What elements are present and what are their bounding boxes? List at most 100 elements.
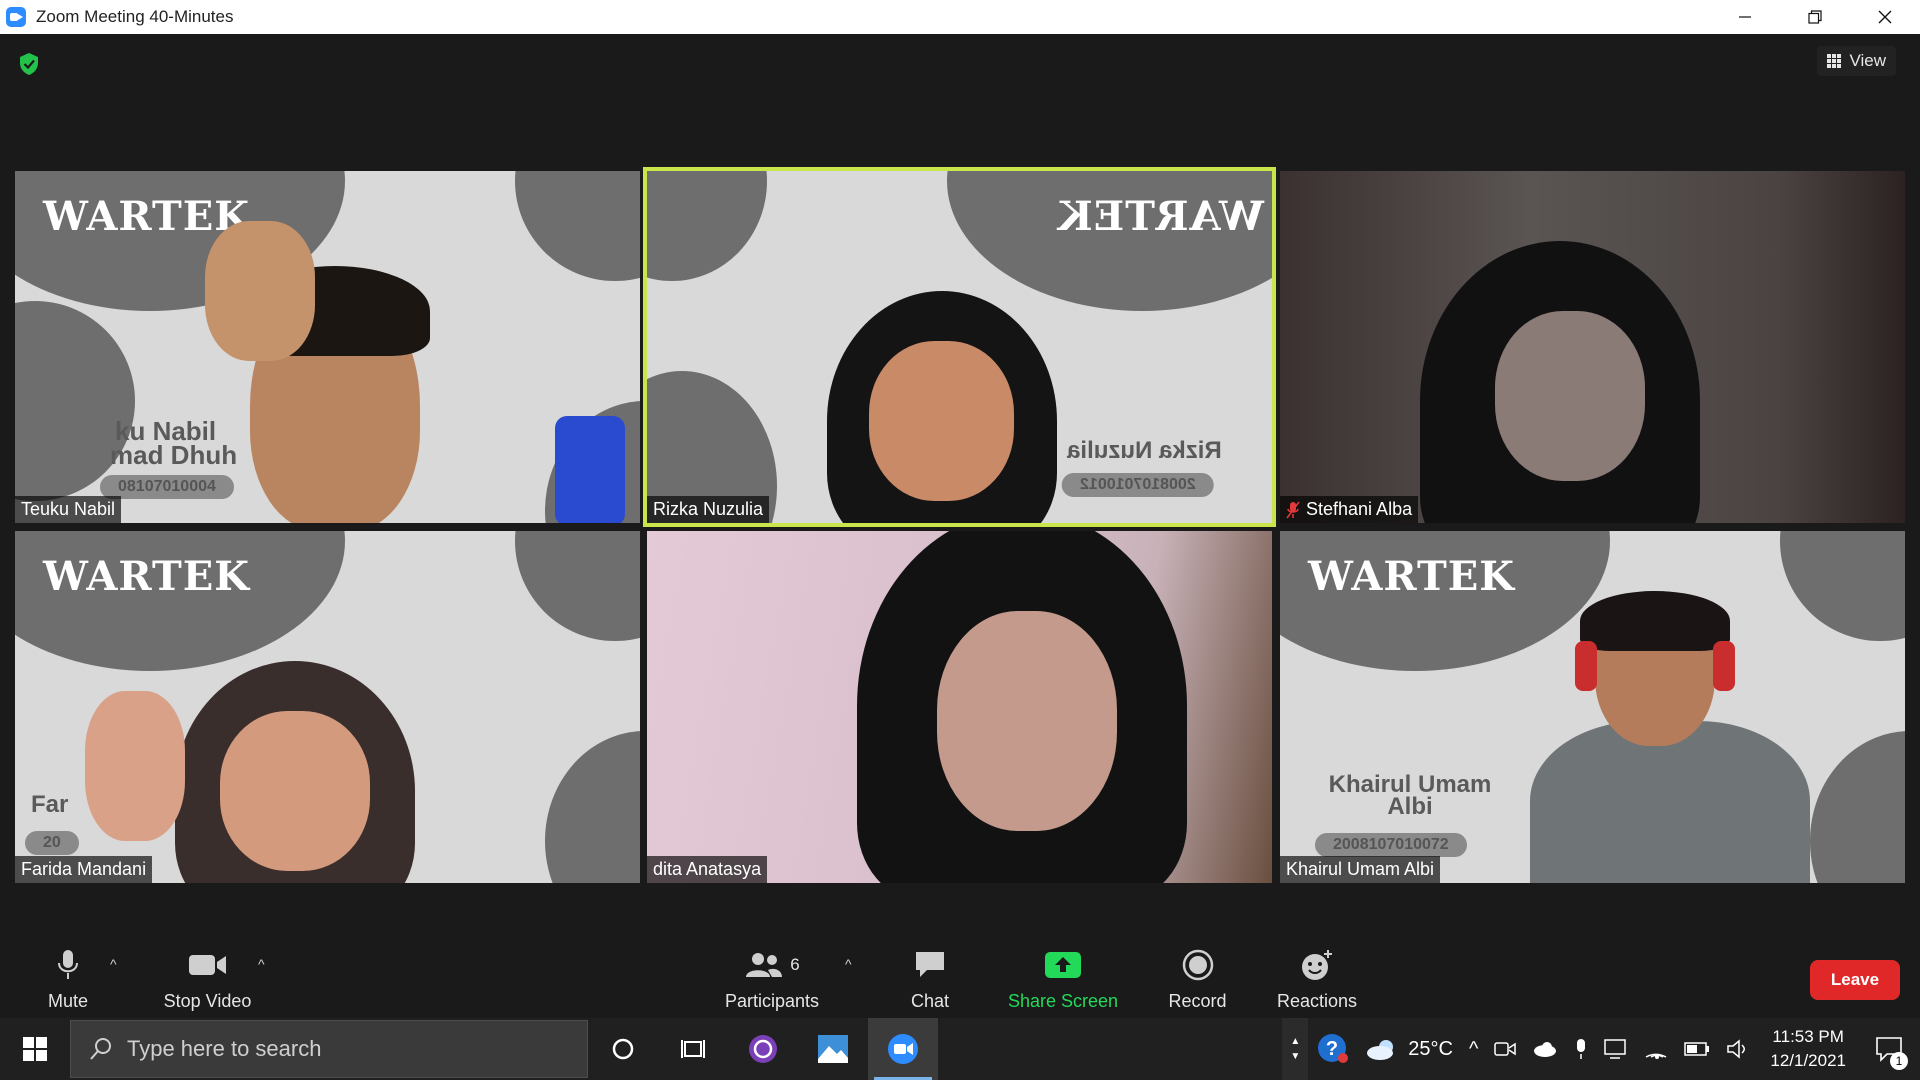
participant-video (647, 531, 1272, 883)
zoom-taskbar-button[interactable] (868, 1018, 938, 1080)
clock-date: 12/1/2021 (1770, 1051, 1846, 1070)
virtual-background: WARTEK Rizka Nuzulia 2008107010012 (647, 171, 1272, 523)
reactions-button[interactable]: Reactions (1272, 930, 1362, 1018)
participant-video (1280, 171, 1905, 523)
wifi-tray[interactable] (1636, 1018, 1676, 1080)
restore-icon (1808, 10, 1822, 24)
svg-text:?: ? (1326, 1038, 1338, 1060)
video-tile-dita-anatasya[interactable]: dita Anatasya (647, 531, 1272, 883)
video-tile-farida-mandani[interactable]: WARTEK Far 20 Farida Mandani (15, 531, 640, 883)
battery-tray[interactable] (1676, 1018, 1718, 1080)
share-screen-icon (1045, 952, 1081, 978)
reactions-label: Reactions (1276, 991, 1358, 1011)
participant-name-tag: Khairul Umam Albi (1280, 856, 1441, 883)
chat-label: Chat (910, 991, 950, 1011)
participant-name: dita Anatasya (653, 859, 762, 879)
chat-button[interactable]: Chat (905, 930, 955, 1018)
onedrive-tray[interactable] (1524, 1018, 1566, 1080)
record-label: Record (1168, 991, 1227, 1011)
participant-video (1530, 721, 1810, 883)
shield-check-icon[interactable] (18, 52, 40, 76)
zoom-app-icon (6, 7, 26, 27)
restore-button[interactable] (1780, 0, 1850, 34)
audio-options-caret[interactable]: ^ (110, 956, 117, 972)
badge-name-2: Albi (1387, 793, 1433, 820)
task-view-icon (681, 1040, 705, 1058)
minimize-icon (1739, 16, 1751, 18)
weather-temp: 25°C (1408, 1037, 1453, 1060)
record-button[interactable]: Record (1165, 930, 1230, 1018)
mute-label: Mute (47, 991, 89, 1011)
video-tile-teuku-nabil[interactable]: WARTEK ku Nabil mad Dhuh 08107010004 Teu… (15, 171, 640, 523)
window-title: Zoom Meeting 40-Minutes (36, 7, 234, 26)
badge-id: 2008107010012 (1062, 473, 1214, 497)
badge-name: Far (31, 791, 69, 818)
participant-name-tag: dita Anatasya (647, 856, 768, 883)
participant-name-tag: Teuku Nabil (15, 496, 122, 523)
participants-options-caret[interactable]: ^ (845, 956, 852, 972)
participant-name: Stefhani Alba (1306, 499, 1413, 519)
search-icon (90, 1038, 111, 1060)
stop-video-button[interactable]: Stop Video (160, 930, 255, 1018)
close-button[interactable] (1850, 0, 1920, 34)
share-screen-label: Share Screen (1007, 991, 1119, 1011)
close-icon (1878, 10, 1892, 24)
wartek-logo: WARTEK (1057, 193, 1264, 240)
wartek-logo: WARTEK (43, 193, 250, 240)
notification-badge: 1 (1890, 1052, 1908, 1070)
video-tile-rizka-nuzulia[interactable]: WARTEK Rizka Nuzulia 2008107010012 Rizka… (643, 167, 1276, 527)
virtual-background: WARTEK ku Nabil mad Dhuh 08107010004 (15, 171, 640, 523)
meet-now-tray[interactable] (1486, 1018, 1524, 1080)
scroll-arrows[interactable]: ▲ ▼ (1282, 1018, 1309, 1080)
photos-button[interactable] (798, 1018, 868, 1080)
badge-name: Rizka Nuzulia (1067, 437, 1222, 464)
minimize-button[interactable] (1710, 0, 1780, 34)
window-titlebar: Zoom Meeting 40-Minutes (0, 0, 1920, 34)
display-icon (1604, 1039, 1627, 1059)
photos-icon (818, 1035, 848, 1063)
show-hidden-icons[interactable]: ^ (1461, 1018, 1486, 1080)
windows-logo-icon (23, 1037, 47, 1061)
windows-taskbar: Type here to search ▲ ▼ ? 25°C ^ 11:53 P… (0, 1018, 1920, 1080)
chevron-up-icon: ^ (1468, 1037, 1479, 1060)
wartek-logo: WARTEK (43, 553, 250, 600)
participants-label: Participants (724, 991, 820, 1011)
display-tray[interactable] (1596, 1018, 1636, 1080)
reactions-icon (1302, 950, 1332, 980)
github-desktop-button[interactable] (728, 1018, 798, 1080)
badge-id: 2008107010072 (1315, 833, 1467, 857)
cortana-button[interactable] (588, 1018, 658, 1080)
video-tile-khairul-umam-albi[interactable]: WARTEK Khairul Umam Albi 2008107010072 K… (1280, 531, 1905, 883)
clock-time: 11:53 PM (1772, 1027, 1844, 1046)
participant-name: Farida Mandani (21, 859, 147, 879)
share-screen-button[interactable]: Share Screen (1005, 930, 1121, 1018)
weather-widget[interactable]: 25°C (1358, 1018, 1461, 1080)
mic-muted-icon (1286, 501, 1300, 518)
participants-button[interactable]: 6 Participants (720, 930, 824, 1018)
mute-button[interactable]: Mute (38, 930, 98, 1018)
taskbar-clock[interactable]: 11:53 PM 12/1/2021 (1758, 1025, 1858, 1073)
github-icon (749, 1035, 777, 1063)
help-icon: ? (1318, 1034, 1349, 1063)
microphone-icon (1577, 1039, 1586, 1059)
help-tray-button[interactable]: ? (1308, 1018, 1358, 1080)
microphone-tray[interactable] (1566, 1018, 1596, 1080)
leave-button[interactable]: Leave (1810, 960, 1900, 1000)
video-tile-stefhani-alba[interactable]: Stefhani Alba (1280, 171, 1905, 523)
meet-now-icon (1494, 1042, 1517, 1056)
video-options-caret[interactable]: ^ (258, 956, 265, 972)
volume-tray[interactable] (1718, 1018, 1758, 1080)
window-controls (1710, 0, 1920, 34)
meeting-area: View WARTEK ku Nabil mad Dhuh 0810701000… (0, 34, 1920, 1018)
start-button[interactable] (0, 1018, 70, 1080)
action-center-button[interactable]: 1 (1858, 1018, 1920, 1080)
participants-icon (746, 953, 783, 977)
chevron-down-icon: ▼ (1290, 1051, 1301, 1062)
taskbar-search-box[interactable]: Type here to search (70, 1020, 588, 1078)
badge-id: 20 (25, 831, 79, 855)
participant-name-tag: Rizka Nuzulia (647, 496, 770, 523)
view-button[interactable]: View (1817, 46, 1896, 76)
participant-name-tag: Stefhani Alba (1280, 496, 1419, 523)
task-view-button[interactable] (658, 1018, 728, 1080)
participants-count: 6 (790, 955, 800, 974)
